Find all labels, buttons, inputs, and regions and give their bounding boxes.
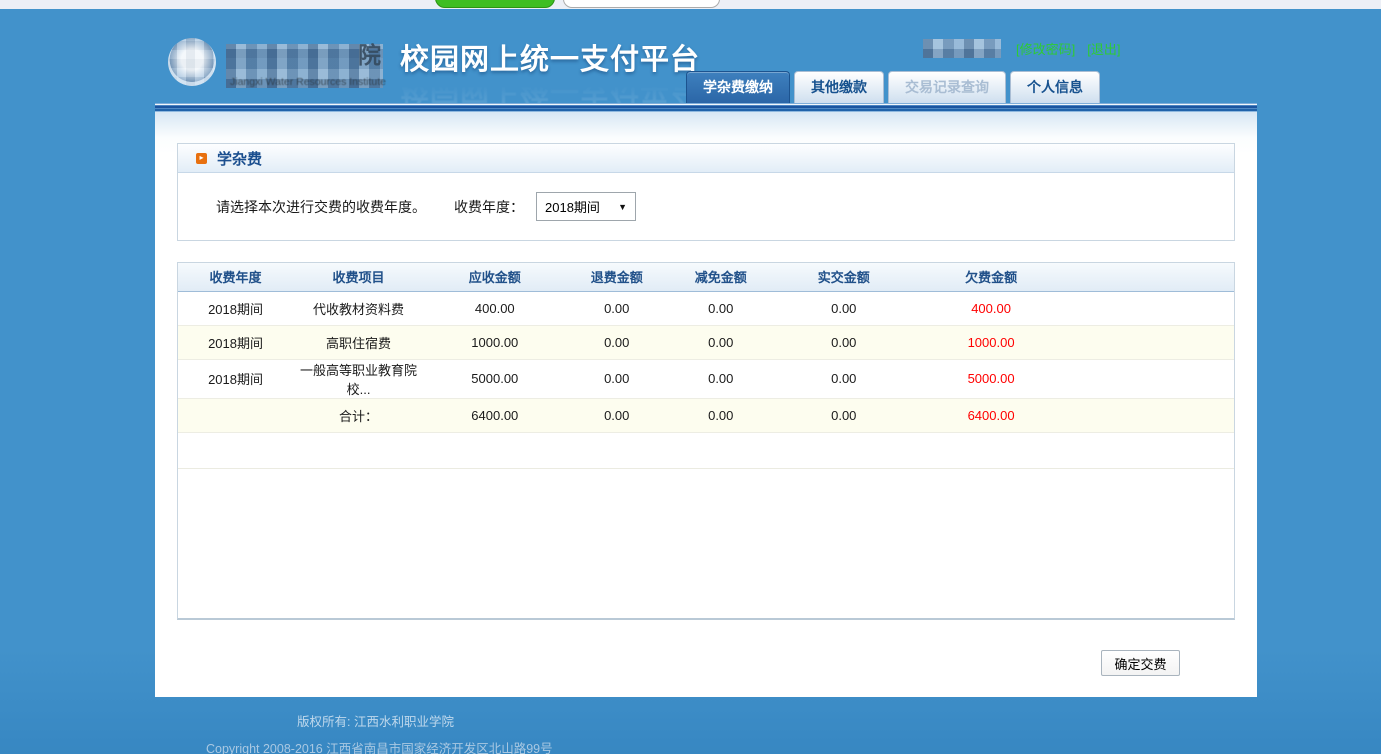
cell-fee-year: 2018期间: [178, 359, 294, 399]
cell-fee-item: 一般高等职业教育院校...: [293, 359, 425, 399]
tab-personal-info[interactable]: 个人信息: [1010, 71, 1100, 103]
fee-year-selected-value: 2018期间: [545, 200, 600, 215]
site-title: 校园网上统一支付平台 校园网上统一支付平台: [400, 36, 700, 113]
fee-year-select[interactable]: 2018期间 ▼: [536, 192, 636, 221]
col-header-amount-due: 应收金额: [424, 263, 566, 292]
school-name-masked: 院 Jiangxi Water Resources Institute: [226, 42, 387, 88]
col-header-refund: 退费金额: [565, 263, 668, 292]
total-paid: 0.00: [773, 398, 914, 433]
year-instruction-text: 请选择本次进行交费的收费年度。: [216, 198, 426, 215]
cell-refund: 0.00: [565, 291, 668, 326]
cell-fee-year: 2018期间: [178, 291, 294, 326]
col-header-blank: [1068, 263, 1234, 292]
page-footer: 版权所有: 江西水利职业学院 Copyright 2008-2016 江西省南昌…: [0, 697, 1381, 754]
fees-table-panel: 收费年度 收费项目 应收金额 退费金额 减免金额 实交金额 欠费金额 2018期…: [177, 262, 1235, 620]
table-filler: [178, 468, 1234, 618]
cell-owed: 5000.00: [913, 359, 1069, 399]
cell-amount-due: 400.00: [424, 291, 566, 326]
total-reduction: 0.00: [667, 398, 774, 433]
cell-owed: 400.00: [913, 291, 1069, 326]
browser-top-strip: [0, 0, 1381, 9]
cell-fee-item: 代收教材资料费: [293, 291, 425, 326]
logout-link[interactable]: [退出]: [1087, 39, 1120, 58]
user-bar: [修改密码] [退出]: [923, 39, 1132, 58]
col-header-fee-item: 收费项目: [293, 263, 425, 292]
site-header: 院 Jiangxi Water Resources Institute 校园网上…: [0, 9, 1381, 105]
fee-section-header: ▸ 学杂费: [178, 144, 1234, 173]
header-divider: [155, 103, 1257, 112]
cell-owed: 1000.00: [913, 325, 1069, 360]
table-row: 2018期间 代收教材资料费 400.00 0.00 0.00 0.00 400…: [178, 291, 1234, 326]
table-row: 2018期间 高职住宿费 1000.00 0.00 0.00 0.00 1000…: [178, 325, 1234, 360]
cell-reduction: 0.00: [667, 291, 774, 326]
cell-paid: 0.00: [773, 359, 914, 399]
total-amount-due: 6400.00: [424, 398, 566, 433]
col-header-owed: 欠费金额: [913, 263, 1069, 292]
total-owed: 6400.00: [913, 398, 1069, 433]
button-row: 确定交费: [177, 650, 1235, 676]
school-name-english: Jiangxi Water Resources Institute: [230, 76, 387, 88]
table-header-row: 收费年度 收费项目 应收金额 退费金额 减免金额 实交金额 欠费金额: [178, 263, 1234, 292]
cell-paid: 0.00: [773, 325, 914, 360]
username-masked: [923, 39, 1001, 58]
cell-fee-year: 2018期间: [178, 325, 294, 360]
fee-section-body: 请选择本次进行交费的收费年度。 收费年度： 2018期间 ▼: [178, 173, 1234, 240]
cell-fee-item: 高职住宿费: [293, 325, 425, 360]
browser-green-button-partial[interactable]: [435, 0, 555, 8]
confirm-payment-button[interactable]: 确定交费: [1101, 650, 1180, 676]
cell-amount-due: 1000.00: [424, 325, 566, 360]
school-name-visible-char: 院: [358, 42, 381, 68]
dropdown-arrow-icon: ▼: [618, 201, 627, 212]
section-title: 学杂费: [217, 150, 263, 168]
tab-tuition-payment[interactable]: 学杂费缴纳: [686, 71, 790, 103]
cell-reduction: 0.00: [667, 359, 774, 399]
cell-amount-due: 5000.00: [424, 359, 566, 399]
main-content: ▸ 学杂费 请选择本次进行交费的收费年度。 收费年度： 2018期间 ▼ 收费年…: [155, 112, 1257, 697]
fee-section-panel: ▸ 学杂费 请选择本次进行交费的收费年度。 收费年度： 2018期间 ▼: [177, 143, 1235, 241]
cell-reduction: 0.00: [667, 325, 774, 360]
table-empty-row: [178, 432, 1234, 469]
nav-tabs: 学杂费缴纳 其他缴款 交易记录查询 个人信息: [686, 71, 1100, 103]
copyright-owner-text: 版权所有: 江西水利职业学院: [297, 715, 454, 729]
total-refund: 0.00: [565, 398, 668, 433]
copyright-address-text: Copyright 2008-2016 江西省南昌市国家经济开发区北山路99号: [206, 742, 553, 754]
table-total-row: 合计： 6400.00 0.00 0.00 0.00 6400.00: [178, 398, 1234, 433]
orange-bullet-icon: ▸: [196, 152, 207, 164]
tab-other-payment[interactable]: 其他缴款: [794, 71, 884, 103]
col-header-fee-year: 收费年度: [178, 263, 294, 292]
tab-transaction-history[interactable]: 交易记录查询: [888, 71, 1006, 103]
fees-table: 收费年度 收费项目 应收金额 退费金额 减免金额 实交金额 欠费金额 2018期…: [178, 263, 1234, 618]
school-emblem-icon: [168, 38, 216, 86]
cell-refund: 0.00: [565, 325, 668, 360]
cell-paid: 0.00: [773, 291, 914, 326]
table-row: 2018期间 一般高等职业教育院校... 5000.00 0.00 0.00 0…: [178, 359, 1234, 399]
total-label: 合计：: [293, 398, 425, 433]
fee-year-label: 收费年度：: [454, 198, 524, 215]
col-header-paid: 实交金额: [773, 263, 914, 292]
change-password-link[interactable]: [修改密码]: [1016, 39, 1075, 58]
cell-refund: 0.00: [565, 359, 668, 399]
col-header-reduction: 减免金额: [667, 263, 774, 292]
browser-address-box-partial[interactable]: [563, 0, 720, 8]
school-logo: 院 Jiangxi Water Resources Institute: [168, 38, 387, 90]
